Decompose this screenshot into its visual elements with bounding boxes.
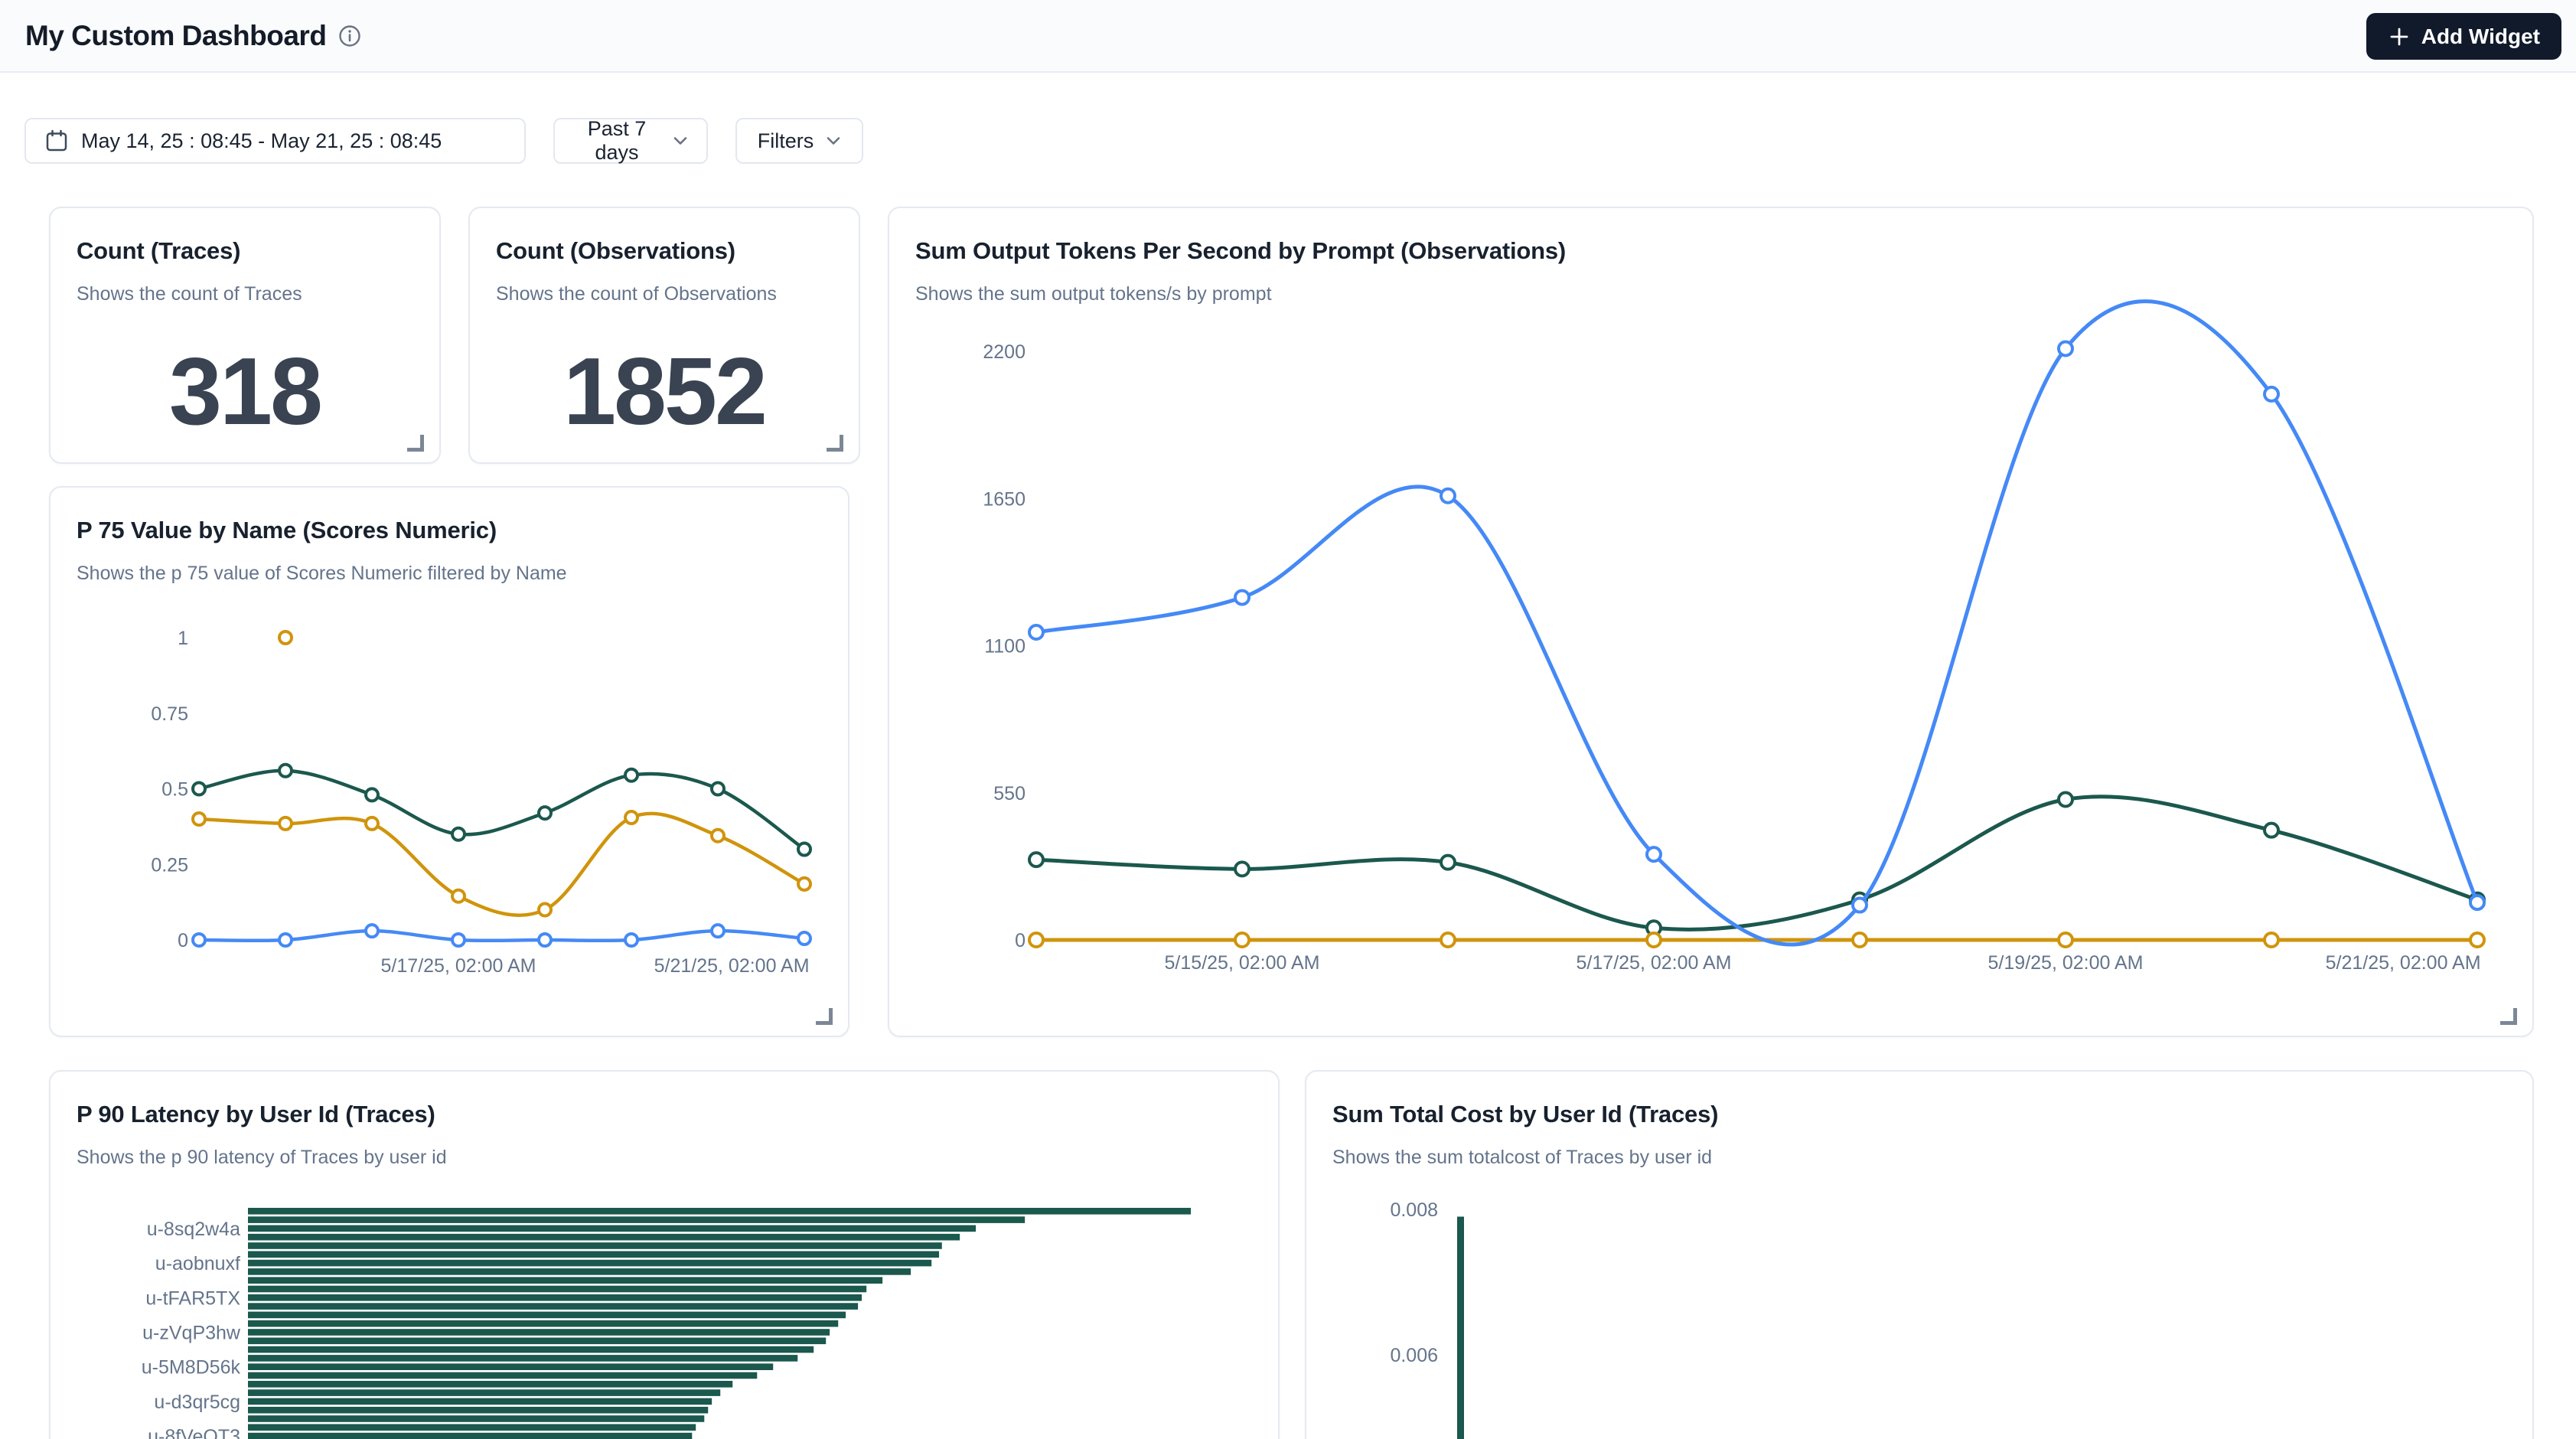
count-traces-value: 318 [51,323,439,461]
calendar-icon [44,129,69,153]
svg-text:550: 550 [993,783,1026,804]
svg-text:u-8sq2w4a: u-8sq2w4a [147,1219,240,1240]
date-range-picker[interactable]: May 14, 25 : 08:45 - May 21, 25 : 08:45 [24,118,526,164]
widget-p90-latency: P 90 Latency by User Id (Traces) Shows t… [49,1070,1280,1439]
filters-dropdown[interactable]: Filters [735,118,863,164]
svg-text:u-8fVeQT3: u-8fVeQT3 [148,1426,240,1439]
info-icon[interactable] [338,24,361,47]
widget-p75-value: P 75 Value by Name (Scores Numeric) Show… [49,486,849,1037]
widget-title: Sum Total Cost by User Id (Traces) [1332,1101,1718,1128]
svg-text:5/15/25, 02:00 AM: 5/15/25, 02:00 AM [1165,952,1320,974]
svg-text:u-zVqP3hw: u-zVqP3hw [142,1323,241,1344]
svg-text:0.5: 0.5 [161,779,188,801]
svg-text:1: 1 [178,628,188,649]
filters-label: Filters [758,129,814,153]
svg-text:5/21/25, 02:00 AM: 5/21/25, 02:00 AM [2326,952,2481,974]
tokens-line-chart[interactable]: 0 550 1100 1650 2200 5/15/25, 02:00 AM 5/17/25… [889,208,2534,1037]
widget-subtitle: Shows the sum output tokens/s by prompt [915,283,1272,305]
svg-text:u-d3qr5cg: u-d3qr5cg [154,1392,240,1413]
widget-total-cost: Sum Total Cost by User Id (Traces) Shows… [1305,1070,2534,1439]
resize-handle-icon[interactable] [816,1008,833,1025]
time-preset-dropdown[interactable]: Past 7 days [553,118,708,164]
resize-handle-icon[interactable] [407,435,424,452]
dashboard-page: My Custom Dashboard Add Widget [0,0,2576,1439]
widget-title: Count (Traces) [77,237,240,265]
widget-subtitle: Shows the p 75 value of Scores Numeric f… [77,563,567,585]
svg-text:0.008: 0.008 [1390,1199,1438,1221]
add-widget-label: Add Widget [2421,24,2540,49]
svg-text:5/19/25, 02:00 AM: 5/19/25, 02:00 AM [1988,952,2144,974]
page-header: My Custom Dashboard Add Widget [0,0,2576,73]
time-preset-value: Past 7 days [573,117,660,165]
svg-text:0.25: 0.25 [151,854,188,876]
widget-subtitle: Shows the count of Observations [496,283,777,305]
filter-bar: May 14, 25 : 08:45 - May 21, 25 : 08:45 … [24,118,863,164]
count-observations-value: 1852 [470,323,859,461]
page-title: My Custom Dashboard [25,20,326,52]
widget-subtitle: Shows the sum totalcost of Traces by use… [1332,1147,1712,1169]
chevron-down-icon [673,135,688,146]
widget-tokens-per-second: Sum Output Tokens Per Second by Prompt (… [888,207,2534,1037]
svg-text:u-tFAR5TX: u-tFAR5TX [145,1287,240,1309]
svg-text:0.006: 0.006 [1390,1345,1438,1366]
widget-title: Count (Observations) [496,237,735,265]
date-range-value: May 14, 25 : 08:45 - May 21, 25 : 08:45 [81,129,442,153]
svg-text:2200: 2200 [983,341,1026,363]
svg-text:5/21/25, 02:00 AM: 5/21/25, 02:00 AM [654,955,810,977]
plus-icon [2388,25,2411,48]
widget-count-observations: Count (Observations) Shows the count of … [468,207,860,464]
widget-title: Sum Output Tokens Per Second by Prompt (… [915,237,1566,265]
resize-handle-icon[interactable] [2500,1008,2517,1025]
svg-text:0: 0 [1015,930,1026,951]
widget-title: P 90 Latency by User Id (Traces) [77,1101,435,1128]
widget-title: P 75 Value by Name (Scores Numeric) [77,517,497,544]
widget-subtitle: Shows the count of Traces [77,283,302,305]
svg-text:5/17/25, 02:00 AM: 5/17/25, 02:00 AM [381,955,536,977]
svg-text:1650: 1650 [983,488,1026,510]
widget-count-traces: Count (Traces) Shows the count of Traces… [49,207,441,464]
svg-text:5/17/25, 02:00 AM: 5/17/25, 02:00 AM [1577,952,1732,974]
widget-subtitle: Shows the p 90 latency of Traces by user… [77,1147,447,1169]
svg-text:u-aobnuxf: u-aobnuxf [155,1253,240,1274]
resize-handle-icon[interactable] [827,435,843,452]
svg-text:u-5M8D56k: u-5M8D56k [142,1357,241,1379]
chevron-down-icon [826,135,841,146]
svg-text:0.75: 0.75 [151,703,188,725]
add-widget-button[interactable]: Add Widget [2366,13,2561,60]
svg-text:1100: 1100 [984,636,1026,658]
svg-text:0: 0 [178,930,188,951]
